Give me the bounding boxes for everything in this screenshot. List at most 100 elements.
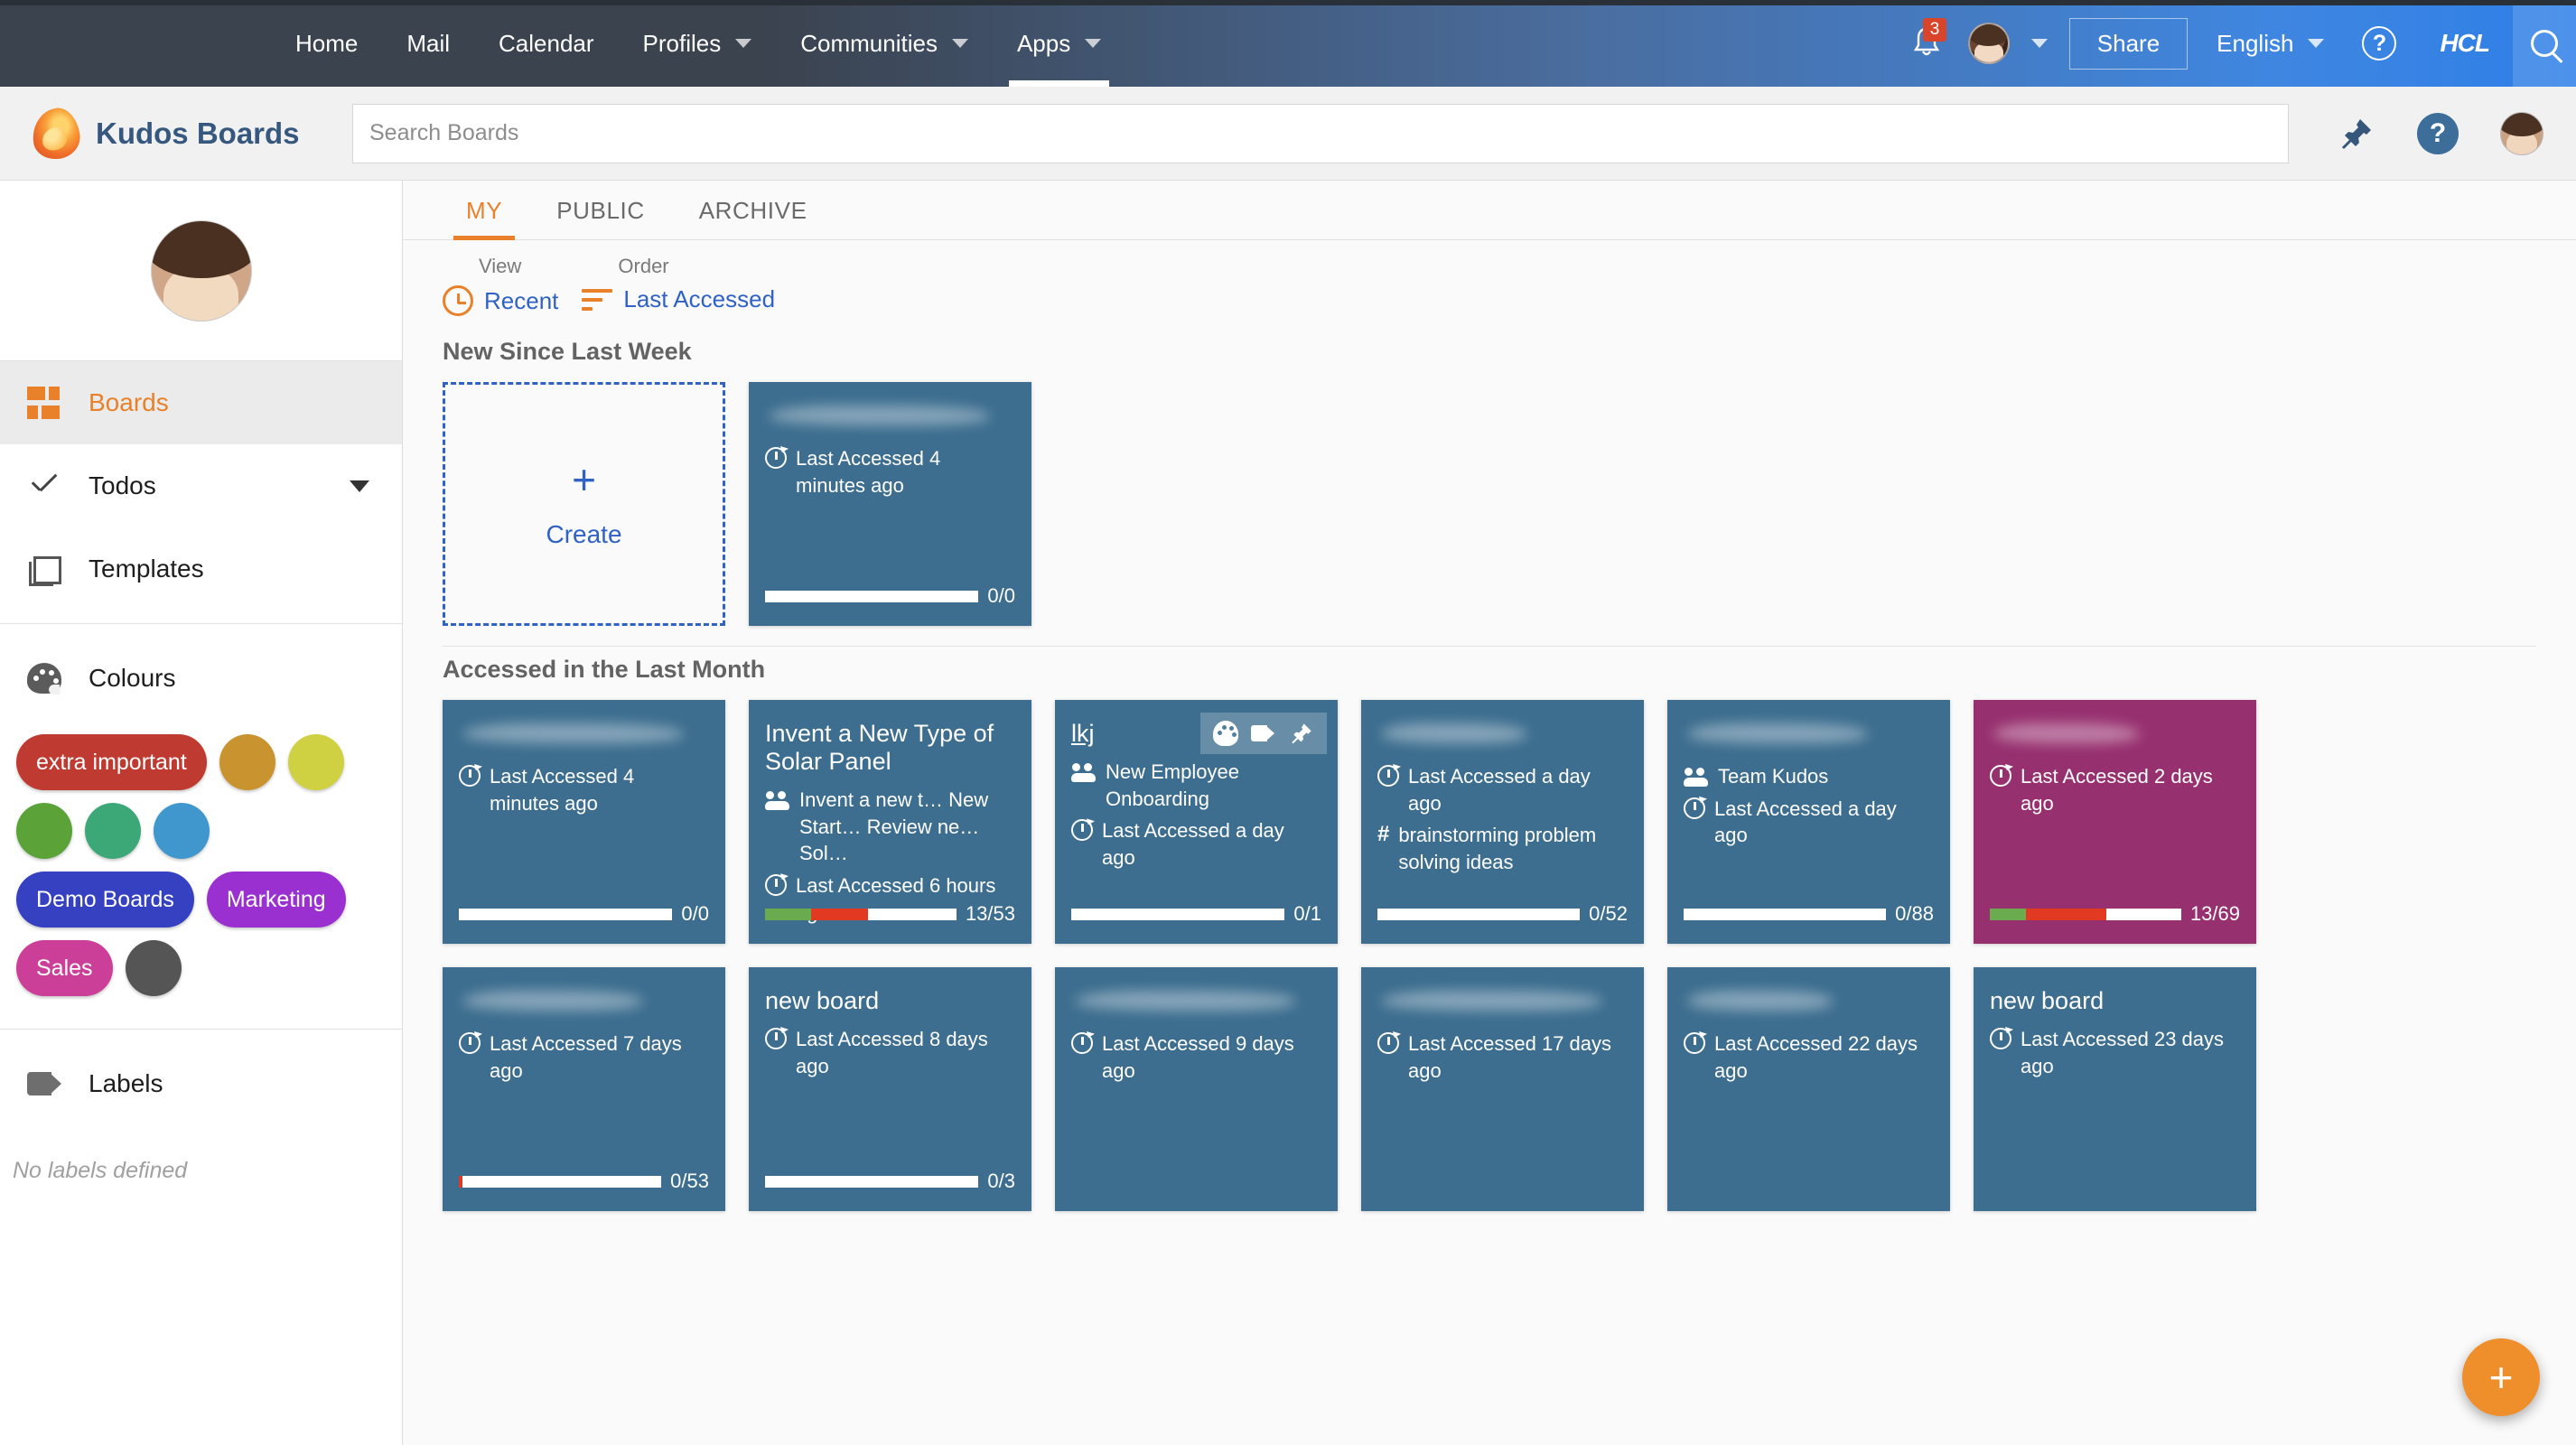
chevron-down-icon[interactable] <box>350 480 369 492</box>
board-card[interactable]: Last Accessed 17 days ago <box>1361 967 1644 1211</box>
templates-icon <box>27 553 89 586</box>
progress-count: 0/1 <box>1293 902 1321 925</box>
board-card[interactable]: Last Accessed 4 minutes ago 0/0 <box>443 700 725 944</box>
board-card[interactable]: Last Accessed 9 days ago <box>1055 967 1338 1211</box>
help-icon[interactable]: ? <box>2417 112 2459 154</box>
board-card[interactable]: new board Last Accessed 23 days ago <box>1974 967 2256 1211</box>
board-card[interactable]: Last Accessed a day ago # brainstorming pr… <box>1361 700 1644 944</box>
create-board-card[interactable]: + Create <box>443 382 725 626</box>
colour-swatch[interactable] <box>219 734 275 790</box>
colour-label-chip[interactable]: Sales <box>16 940 113 996</box>
notifications-button[interactable]: 3 <box>1898 14 1955 72</box>
board-progress: 0/3 <box>765 1170 1015 1193</box>
board-card[interactable]: Last Accessed 22 days ago <box>1667 967 1950 1211</box>
language-selector[interactable]: English <box>2217 30 2325 58</box>
tag-icon[interactable] <box>1251 721 1276 746</box>
global-nav: Home Mail Calendar Profiles Communities Apps <box>271 0 1125 87</box>
progress-segment <box>810 908 869 920</box>
board-card[interactable]: Last Accessed 2 days ago 13/69 <box>1974 700 2256 944</box>
topnav-item-calendar[interactable]: Calendar <box>474 0 619 87</box>
board-card-body: Last Accessed 9 days ago <box>1055 967 1338 1084</box>
notification-badge: 3 <box>1922 18 1947 42</box>
colour-swatch[interactable] <box>85 803 141 859</box>
topbar-avatar[interactable] <box>1967 23 2010 64</box>
global-search-button[interactable] <box>2513 0 2576 87</box>
sidebar-item-templates[interactable]: Templates <box>0 527 402 611</box>
board-card[interactable]: Team Kudos Last Accessed a day ago 0/88 <box>1667 700 1950 944</box>
board-card[interactable]: Invent a New Type of Solar Panel Invent a… <box>749 700 1031 944</box>
board-tabs: MY PUBLIC ARCHIVE <box>403 181 2576 240</box>
board-card[interactable]: new board Last Accessed 8 days ago 0/3 <box>749 967 1031 1211</box>
view-control[interactable]: View Recent <box>443 255 558 316</box>
tab-archive[interactable]: ARCHIVE <box>672 197 835 239</box>
board-card[interactable]: Last Accessed 7 days ago 0/53 <box>443 967 725 1211</box>
topnav-item-mail[interactable]: Mail <box>382 0 474 87</box>
board-card[interactable]: lkj New Employee Onboarding Last Accessed … <box>1055 700 1338 944</box>
board-last-accessed: Last Accessed 7 days ago <box>459 1030 709 1084</box>
sidebar-item-boards[interactable]: Boards <box>0 361 402 444</box>
app-title: Kudos Boards <box>96 116 300 150</box>
clock-icon <box>765 874 787 897</box>
board-last-accessed-text: Last Accessed a day ago <box>1102 819 1284 870</box>
pin-icon[interactable] <box>2338 115 2375 153</box>
board-progress: 13/53 <box>765 902 1015 926</box>
user-avatar[interactable] <box>2500 111 2543 155</box>
board-card-body: new board Last Accessed 23 days ago <box>1974 967 2256 1079</box>
app-header-actions: ? <box>2289 111 2576 155</box>
progress-bar <box>765 1175 979 1188</box>
board-card[interactable]: Last Accessed 4 minutes ago 0/0 <box>749 382 1031 626</box>
board-last-accessed-text: Last Accessed 23 days ago <box>2021 1028 2225 1077</box>
board-card-body: Team Kudos Last Accessed a day ago <box>1667 700 1950 849</box>
board-last-accessed: Last Accessed a day ago <box>1684 796 1934 849</box>
colour-swatch[interactable] <box>125 940 182 996</box>
board-last-accessed-text: Last Accessed 9 days ago <box>1102 1032 1294 1082</box>
sidebar-item-colours[interactable]: Colours <box>0 637 402 720</box>
sidebar-profile[interactable] <box>0 181 402 361</box>
hcl-logo: HCL <box>2440 29 2490 57</box>
pin-icon[interactable] <box>1289 721 1314 746</box>
board-last-accessed-text: Last Accessed 22 days ago <box>1714 1032 1918 1082</box>
order-control[interactable]: Order Last Accessed <box>582 255 775 313</box>
progress-count: 13/53 <box>965 902 1015 925</box>
clock-icon <box>1377 765 1399 787</box>
board-title-redacted <box>1684 720 1934 750</box>
tab-my[interactable]: MY <box>439 197 529 240</box>
sidebar-item-labels[interactable]: Labels <box>0 1042 402 1125</box>
topnav-item-profiles[interactable]: Profiles <box>619 0 777 87</box>
colour-swatch[interactable] <box>16 803 72 859</box>
sidebar-item-todos[interactable]: Todos <box>0 444 402 527</box>
board-title-redacted <box>459 987 709 1018</box>
board-card-title[interactable]: new board <box>1990 987 2240 1015</box>
topnav-item-apps[interactable]: Apps <box>993 0 1125 87</box>
clock-icon <box>1377 1032 1399 1054</box>
avatar-chevron-down-icon[interactable] <box>2030 39 2048 48</box>
colour-swatch[interactable] <box>287 734 344 790</box>
progress-count: 0/52 <box>1589 902 1628 925</box>
clock-icon <box>1684 797 1705 819</box>
topbar-help-icon[interactable]: ? <box>2362 26 2397 61</box>
progress-bar <box>1071 908 1285 920</box>
palette-icon[interactable] <box>1213 721 1238 746</box>
share-button[interactable]: Share <box>2068 17 2189 70</box>
colour-swatch[interactable] <box>154 803 210 859</box>
chevron-down-icon <box>735 39 752 48</box>
order-value: Last Accessed <box>623 285 776 312</box>
board-card-title[interactable]: new board <box>765 987 1015 1015</box>
colour-label-chip[interactable]: extra important <box>16 734 207 790</box>
topnav-item-communities[interactable]: Communities <box>776 0 993 87</box>
board-members: Invent a new t… New Start… Review ne… So… <box>765 787 1015 867</box>
tab-public[interactable]: PUBLIC <box>529 197 672 239</box>
board-sections: New Since Last Week + Create Last Accessed … <box>403 329 2576 1211</box>
colour-label-chip[interactable]: Marketing <box>206 872 346 928</box>
create-board-fab[interactable]: + <box>2462 1338 2540 1416</box>
board-card-body: Last Accessed 22 days ago <box>1667 967 1950 1084</box>
app-brand[interactable]: Kudos Boards <box>0 105 352 162</box>
progress-bar <box>459 908 673 920</box>
board-card-title[interactable]: Invent a New Type of Solar Panel <box>765 720 1015 776</box>
search-boards-input[interactable]: Search Boards <box>352 103 2289 163</box>
colour-label-chip[interactable]: Demo Boards <box>16 872 194 928</box>
board-card-grid: + Create Last Accessed 4 minutes ago 0/0 <box>403 382 2576 626</box>
topnav-item-home[interactable]: Home <box>271 0 382 87</box>
chevron-down-icon <box>1085 39 1102 48</box>
topnav-item-label: Profiles <box>642 29 722 57</box>
